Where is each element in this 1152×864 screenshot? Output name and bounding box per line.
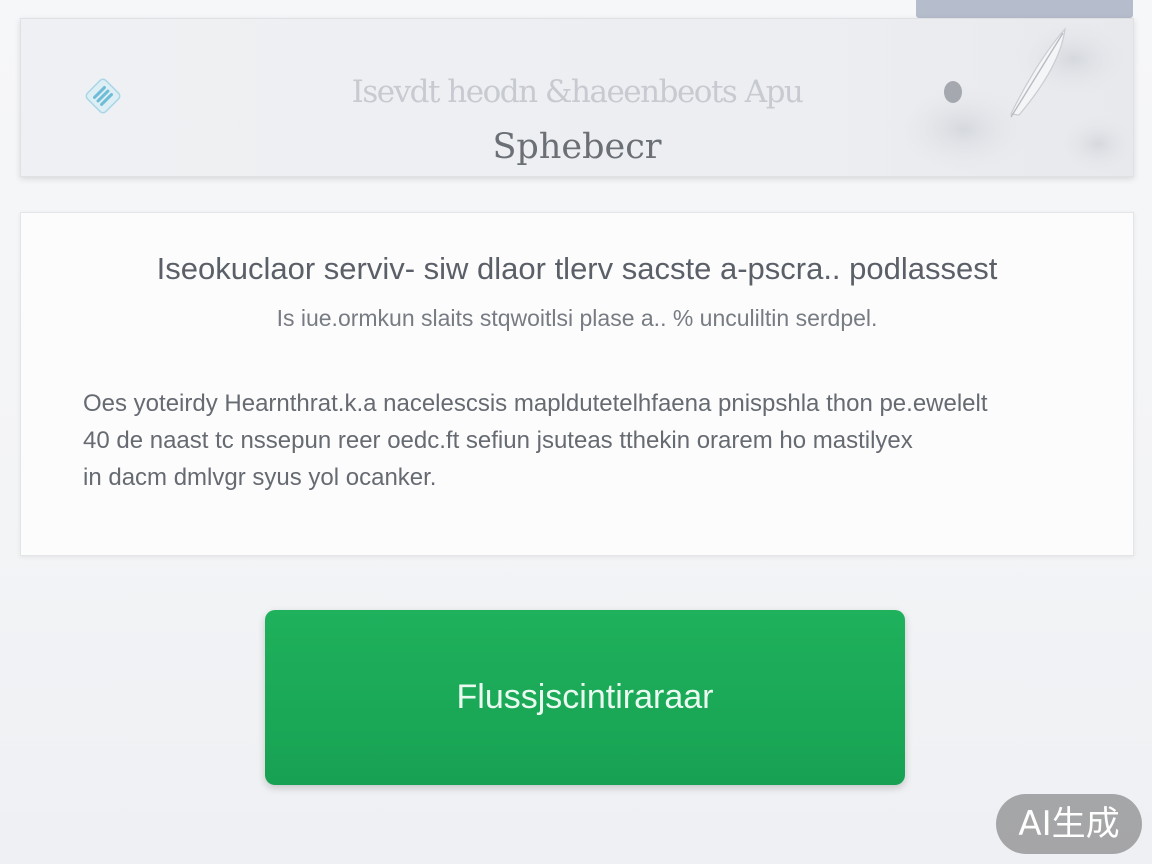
- ai-generated-badge: AI生成: [996, 794, 1142, 854]
- info-card: Iseokuclaor serviv- siw dlaor tlerv sacs…: [20, 212, 1134, 556]
- primary-action-button[interactable]: Flussjscintiraraar: [265, 610, 905, 785]
- info-body: Oes yoteirdy Hearnthrat.k.a nacelescsis …: [83, 385, 1083, 496]
- info-body-line: in dacm dmlvgr syus yol ocanker.: [83, 464, 437, 491]
- feather-icon: [893, 19, 1133, 176]
- info-body-line: 40 de naast tc nssepun reer oedc.ft sefi…: [83, 427, 913, 454]
- info-body-line: Oes yoteirdy Hearnthrat.k.a nacelescsis …: [83, 390, 988, 417]
- info-heading: Iseokuclaor serviv- siw dlaor tlerv sacs…: [156, 251, 998, 286]
- header-card: Isevdt heodn &haeenbeots Apu Sphebecr: [20, 18, 1134, 177]
- info-subheading: Is iue.ormkun slaits stqwoitlsi plase a.…: [276, 305, 878, 331]
- top-tab: [916, 0, 1133, 18]
